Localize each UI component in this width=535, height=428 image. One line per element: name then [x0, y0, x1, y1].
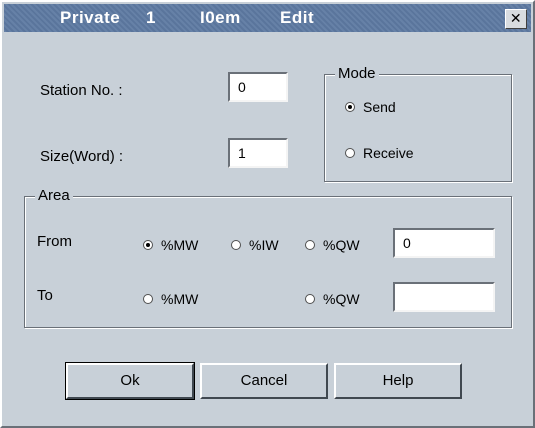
mode-receive-radio[interactable]: Receive	[345, 145, 414, 161]
title-text-2: 1	[146, 8, 156, 27]
size-word-input[interactable]	[228, 138, 288, 168]
radio-unselected-icon	[345, 148, 355, 158]
close-icon: ✕	[509, 11, 523, 27]
radio-selected-icon	[143, 240, 153, 250]
to-mw-radio[interactable]: %MW	[143, 291, 198, 307]
ok-button[interactable]: Ok	[65, 362, 195, 400]
from-qw-label: %QW	[323, 237, 360, 253]
title-bar: Private 1 I0em Edit ✕	[4, 4, 531, 32]
radio-unselected-icon	[231, 240, 241, 250]
mode-send-label: Send	[363, 99, 396, 115]
mode-receive-label: Receive	[363, 145, 414, 161]
radio-unselected-icon	[305, 294, 315, 304]
from-address-input[interactable]	[393, 228, 495, 258]
to-qw-radio[interactable]: %QW	[305, 291, 360, 307]
station-no-label: Station No. :	[40, 82, 123, 99]
radio-unselected-icon	[143, 294, 153, 304]
station-no-input[interactable]	[228, 72, 288, 102]
area-group-title: Area	[35, 187, 73, 204]
mode-send-radio[interactable]: Send	[345, 99, 396, 115]
from-label: From	[37, 233, 72, 250]
size-word-label: Size(Word) :	[40, 148, 124, 165]
mode-group: Mode Send Receive	[324, 65, 512, 182]
close-button[interactable]: ✕	[505, 9, 527, 29]
from-iw-label: %IW	[249, 237, 279, 253]
dialog-window: Private 1 I0em Edit ✕ Station No. : Size…	[0, 0, 535, 428]
to-address-input[interactable]	[393, 282, 495, 312]
from-mw-label: %MW	[161, 237, 199, 253]
from-mw-radio[interactable]: %MW	[143, 237, 198, 253]
cancel-button[interactable]: Cancel	[200, 363, 328, 399]
title-text-4: Edit	[280, 8, 315, 27]
to-qw-label: %QW	[323, 291, 360, 307]
title-text-1: Private	[60, 8, 121, 27]
radio-selected-icon	[345, 102, 355, 112]
radio-unselected-icon	[305, 240, 315, 250]
help-button[interactable]: Help	[334, 363, 462, 399]
to-label: To	[37, 287, 53, 304]
mode-group-title: Mode	[335, 65, 379, 82]
area-group: Area From %MW %IW %QW To %MW %QW	[24, 187, 512, 328]
to-mw-label: %MW	[161, 291, 199, 307]
title-text-3: I0em	[200, 8, 241, 27]
from-qw-radio[interactable]: %QW	[305, 237, 360, 253]
from-iw-radio[interactable]: %IW	[231, 237, 279, 253]
